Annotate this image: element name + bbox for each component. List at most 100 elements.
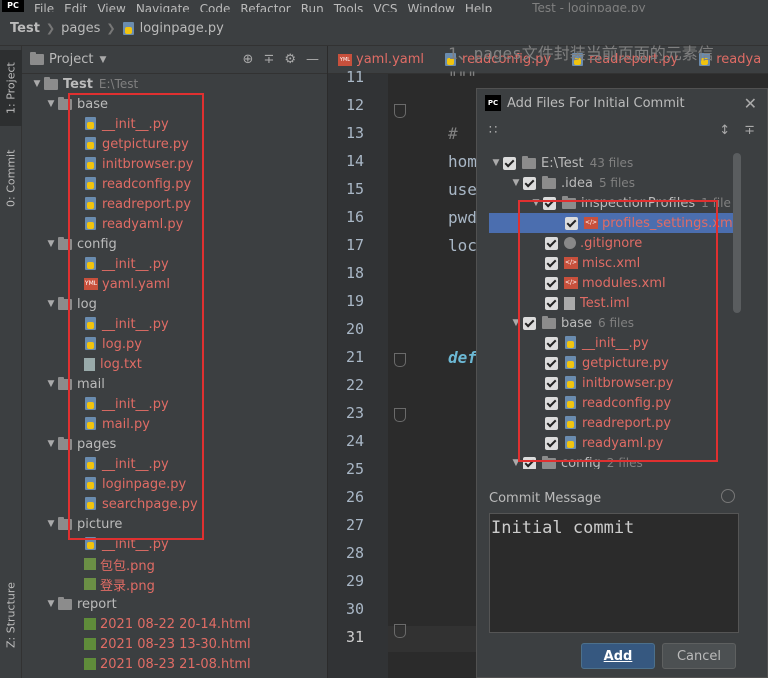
group-by-icon[interactable]: ∷	[489, 123, 497, 138]
line-number: 30	[345, 600, 365, 618]
html-file-icon	[84, 618, 96, 630]
hide-icon[interactable]: —	[306, 52, 319, 67]
folder-icon	[522, 155, 536, 169]
code-line: """	[448, 68, 477, 87]
code-line: use	[448, 180, 477, 199]
menu-refactor[interactable]: Refactor	[240, 3, 290, 12]
tree-root-label: Test	[63, 76, 93, 92]
gear-icon[interactable]: ⚙	[284, 52, 296, 67]
code-line: pwd	[448, 208, 477, 227]
chevron-down-icon[interactable]: ▼	[99, 55, 106, 65]
line-number: 22	[345, 376, 365, 394]
breadcrumb-project[interactable]: Test	[10, 21, 40, 36]
file-label: 登录.png	[100, 578, 155, 594]
expand-arrow-icon[interactable]: ▼	[44, 379, 58, 389]
project-panel-header: Project ▼ ⊕ ∓ ⚙ —	[22, 46, 327, 74]
folder-icon	[30, 52, 44, 65]
image-file-icon	[84, 558, 96, 570]
highlight-box	[518, 200, 718, 462]
menu-tools[interactable]: Tools	[334, 3, 364, 12]
tree-root-path: E:\Test	[98, 77, 139, 91]
add-button[interactable]: Add	[581, 643, 655, 669]
line-number: 27	[345, 516, 365, 534]
project-panel-title[interactable]: Project	[49, 52, 93, 67]
pycharm-logo-icon: PC	[485, 95, 501, 111]
expand-arrow-icon[interactable]: ▼	[30, 79, 44, 89]
close-icon[interactable]: ✕	[744, 94, 757, 113]
tool-tab-commit[interactable]: 0: Commit	[0, 138, 22, 218]
include-checkbox[interactable]	[503, 156, 516, 170]
line-number: 17	[345, 236, 365, 254]
folder-icon	[58, 596, 72, 610]
chevron-right-icon: ❯	[106, 22, 116, 35]
tool-tab-structure[interactable]: Z: Structure	[0, 566, 22, 664]
menu-bar: PC File Edit View Navigate Code Refactor…	[0, 0, 768, 12]
cancel-button[interactable]: Cancel	[662, 643, 736, 669]
expand-arrow-icon[interactable]: ▼	[44, 239, 58, 249]
menu-vcs[interactable]: VCS	[373, 3, 397, 12]
chevron-right-icon: ❯	[45, 22, 56, 35]
tree-file[interactable]: 2021 08-22 20-14.html	[84, 614, 251, 634]
commit-message-input[interactable]: Initial commit	[489, 513, 739, 633]
breadcrumb-file[interactable]: loginpage.py	[140, 21, 224, 36]
menu-code[interactable]: Code	[200, 3, 231, 12]
file-tree-row[interactable]: ▼ E:\Test 43 files	[489, 153, 633, 173]
fold-icon[interactable]	[394, 624, 406, 638]
image-file-icon	[84, 578, 96, 590]
folder-label: report	[77, 596, 117, 612]
menu-edit[interactable]: Edit	[64, 3, 87, 12]
line-number: 28	[345, 544, 365, 562]
line-number: 23	[345, 404, 365, 422]
file-tree-scrollbar[interactable]	[733, 153, 741, 313]
commit-message-label: Commit Message	[489, 491, 602, 506]
tree-file[interactable]: 2021 08-23 21-08.html	[84, 654, 251, 674]
expand-arrow-icon[interactable]: ▼	[44, 519, 58, 529]
tool-tab-project[interactable]: 1: Project	[0, 50, 22, 126]
yaml-file-icon: YML	[338, 53, 352, 66]
dialog-title-bar: PC Add Files For Initial Commit ✕	[477, 89, 767, 117]
line-number: 15	[345, 180, 365, 198]
file-tree-label: E:\Test	[541, 155, 584, 171]
code-line: 1、pages文件封装当前页面的元素信	[448, 44, 714, 63]
menu-run[interactable]: Run	[301, 3, 324, 12]
menu-navigate[interactable]: Navigate	[136, 3, 190, 12]
expand-all-icon[interactable]: ↕	[719, 123, 730, 138]
menu-help[interactable]: Help	[465, 3, 492, 12]
line-number: 16	[345, 208, 365, 226]
menu-window[interactable]: Window	[408, 3, 455, 12]
line-number: 26	[345, 488, 365, 506]
breadcrumb-folder[interactable]: pages	[61, 21, 100, 36]
fold-icon[interactable]	[394, 408, 406, 422]
expand-arrow-icon[interactable]: ▼	[44, 599, 58, 609]
collapse-all-icon[interactable]: ∓	[744, 123, 755, 138]
tree-folder-report[interactable]: ▼ report	[44, 594, 117, 614]
pycharm-logo-icon: PC	[2, 0, 24, 12]
collapse-icon[interactable]: ∓	[263, 52, 274, 67]
fold-icon[interactable]	[394, 353, 406, 367]
include-checkbox[interactable]	[523, 176, 536, 190]
expand-arrow-icon[interactable]: ▼	[44, 439, 58, 449]
file-tree-row[interactable]: ▼ .idea 5 files	[509, 173, 635, 193]
html-file-icon	[84, 638, 96, 650]
tree-file[interactable]: 登录.png	[84, 574, 155, 594]
expand-arrow-icon[interactable]: ▼	[44, 99, 58, 109]
expand-arrow-icon[interactable]: ▼	[509, 178, 523, 188]
expand-arrow-icon[interactable]: ▼	[44, 299, 58, 309]
dialog-title: Add Files For Initial Commit	[507, 95, 685, 111]
file-tree-label: .idea	[561, 175, 593, 191]
line-number: 21	[345, 348, 365, 366]
expand-arrow-icon[interactable]: ▼	[489, 158, 503, 168]
line-number: 12	[345, 96, 365, 114]
highlight-box	[68, 93, 204, 540]
history-icon[interactable]	[721, 489, 735, 503]
tree-file[interactable]: 包包.png	[84, 554, 155, 574]
locate-icon[interactable]: ⊕	[243, 52, 254, 67]
line-number: 25	[345, 460, 365, 478]
menu-file[interactable]: File	[34, 3, 54, 12]
tree-root[interactable]: ▼ Test E:\Test	[30, 74, 138, 94]
menu-view[interactable]: View	[97, 3, 125, 12]
line-gutter: 11 12 13 14 15 16 17 18 19 20 21 22 23 2…	[328, 68, 388, 678]
window-title: Test - loginpage.py	[532, 1, 646, 12]
tree-file[interactable]: 2021 08-23 13-30.html	[84, 634, 251, 654]
fold-icon[interactable]	[394, 104, 406, 118]
